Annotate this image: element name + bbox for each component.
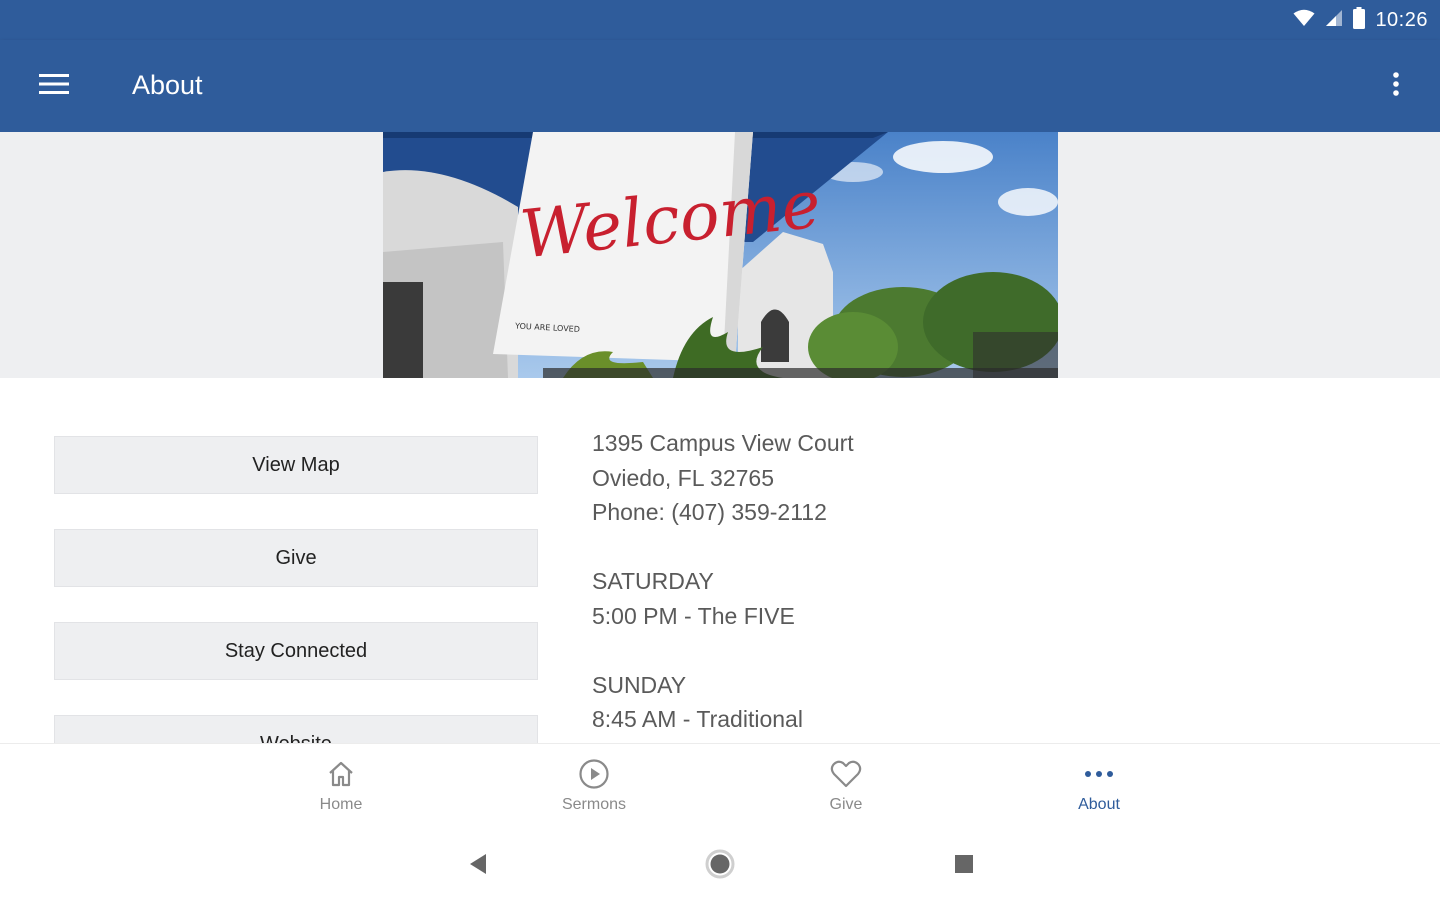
system-navigation-bar	[0, 833, 1440, 900]
overflow-menu-button[interactable]	[1378, 66, 1414, 106]
home-icon	[326, 756, 356, 792]
hamburger-menu-icon	[39, 73, 69, 100]
nav-item-give[interactable]: Give	[766, 756, 926, 826]
home-circle-icon	[705, 849, 735, 884]
signal-icon	[1325, 9, 1343, 32]
nav-label-home: Home	[319, 796, 363, 813]
recents-square-icon	[954, 854, 974, 879]
church-info: 1395 Campus View Court Oviedo, FL 32765 …	[592, 426, 854, 737]
nav-item-sermons[interactable]: Sermons	[514, 756, 674, 826]
service-time-sunday: 8:45 AM - Traditional	[592, 706, 803, 732]
back-triangle-icon	[468, 853, 488, 880]
battery-icon	[1353, 6, 1366, 34]
about-content: View Map Give Stay Connected Website 139…	[0, 378, 1440, 743]
home-system-button[interactable]	[705, 849, 735, 884]
play-circle-icon	[578, 756, 610, 792]
page-title: About	[132, 70, 203, 100]
status-icons: 10:26	[1293, 6, 1428, 34]
recents-button[interactable]	[949, 851, 979, 881]
nav-label-give: Give	[829, 796, 863, 813]
view-map-button[interactable]: View Map	[54, 436, 538, 494]
wifi-icon	[1293, 9, 1315, 32]
website-button[interactable]: Website	[54, 715, 538, 743]
nav-item-about[interactable]: About	[1019, 756, 1179, 826]
status-time: 10:26	[1375, 8, 1428, 31]
address-line-1: 1395 Campus View Court	[592, 430, 854, 456]
give-button[interactable]: Give	[54, 529, 538, 587]
heart-icon	[830, 756, 862, 792]
service-day-saturday: SATURDAY	[592, 568, 714, 594]
bottom-navigation: Home Sermons Give About	[0, 743, 1440, 833]
back-button[interactable]	[463, 851, 493, 881]
nav-item-home[interactable]: Home	[261, 756, 421, 826]
service-day-sunday: SUNDAY	[592, 671, 687, 698]
hero-banner: Welcome YOU ARE LOVED	[0, 132, 1440, 378]
nav-label-about: About	[1078, 796, 1120, 813]
address-line-2: Oviedo, FL 32765	[592, 464, 774, 491]
menu-button[interactable]	[28, 66, 80, 106]
more-horiz-icon	[1084, 756, 1114, 792]
nav-label-sermons: Sermons	[561, 796, 627, 813]
stay-connected-button[interactable]: Stay Connected	[54, 622, 538, 680]
service-time-saturday: 5:00 PM - The FIVE	[592, 602, 795, 629]
more-vert-icon	[1392, 71, 1400, 102]
phone-number[interactable]: Phone: (407) 359-2112	[592, 495, 854, 530]
status-bar: 10:26	[0, 0, 1440, 40]
app-bar: About	[0, 40, 1440, 132]
welcome-photo: Welcome YOU ARE LOVED	[383, 132, 1058, 378]
